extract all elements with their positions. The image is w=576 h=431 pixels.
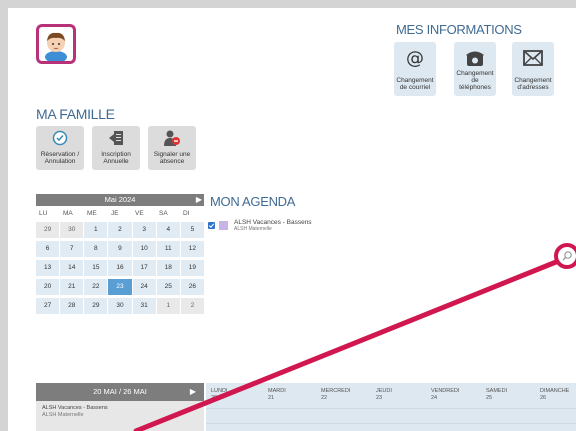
annotation-overlay xyxy=(133,243,576,431)
annotation-circle xyxy=(554,243,576,269)
annotation-arrow-line xyxy=(133,255,569,431)
